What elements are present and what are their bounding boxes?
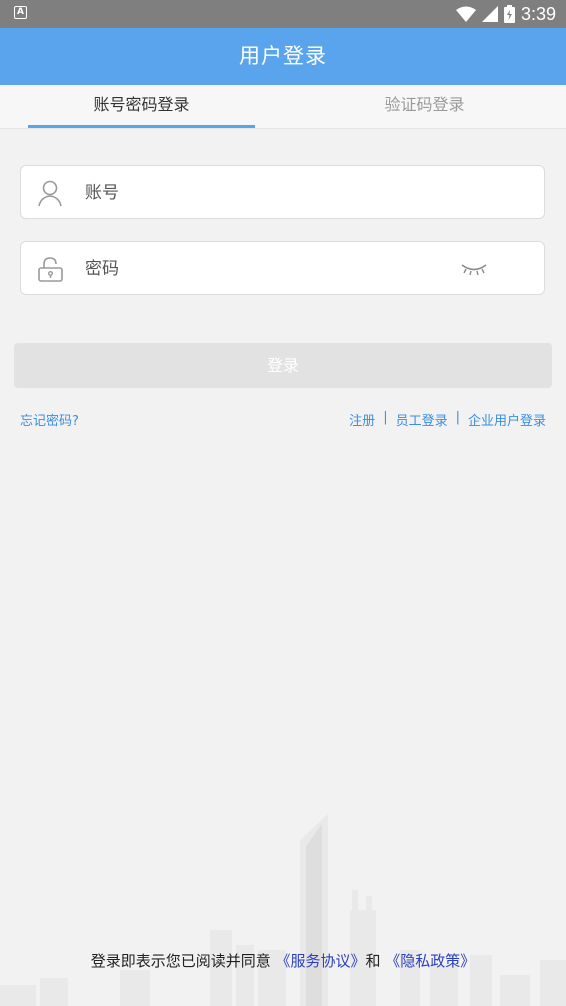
account-field[interactable] (20, 165, 545, 220)
login-tabs: 账号密码登录 验证码登录 (0, 85, 566, 129)
staff-login-link[interactable]: 员工登录 (396, 410, 448, 429)
account-links: 注册 | 员工登录 | 企业用户登录 (349, 410, 546, 429)
account-input[interactable] (83, 166, 447, 220)
forgot-password-link[interactable]: 忘记密码? (20, 410, 79, 429)
app-bar: 用户登录 (0, 28, 566, 85)
agreement-and: 和 (365, 952, 381, 970)
enterprise-login-link[interactable]: 企业用户登录 (468, 410, 546, 429)
signal-icon (481, 6, 498, 22)
page-title: 用户登录 (239, 44, 327, 68)
privacy-policy-link[interactable]: 《隐私政策》 (385, 952, 475, 970)
link-separator: | (455, 410, 460, 425)
status-bar: A 3:39 (0, 0, 566, 28)
password-input[interactable] (83, 242, 447, 296)
tab-code-login[interactable]: 验证码登录 (311, 85, 538, 128)
lock-icon (38, 257, 63, 282)
user-icon (38, 180, 62, 207)
links-row: 忘记密码? 注册 | 员工登录 | 企业用户登录 (20, 410, 546, 430)
agreement-text: 登录即表示您已阅读并同意 《服务协议》和 《隐私政策》 (0, 950, 566, 971)
battery-icon (503, 5, 515, 23)
tab-indicator (28, 125, 255, 128)
notification-icon: A (14, 6, 27, 19)
agreement-prefix: 登录即表示您已阅读并同意 (90, 952, 271, 970)
eye-closed-icon[interactable] (459, 260, 489, 278)
status-icons: 3:39 (455, 3, 556, 25)
service-agreement-link[interactable]: 《服务协议》 (275, 952, 365, 970)
tab-password-login[interactable]: 账号密码登录 (28, 85, 255, 128)
link-separator: | (383, 410, 388, 425)
login-button[interactable]: 登录 (14, 343, 552, 388)
city-skyline-illustration (0, 814, 566, 1006)
password-field[interactable] (20, 241, 545, 296)
register-link[interactable]: 注册 (349, 410, 375, 429)
status-time: 3:39 (520, 3, 556, 24)
wifi-icon (455, 6, 476, 22)
